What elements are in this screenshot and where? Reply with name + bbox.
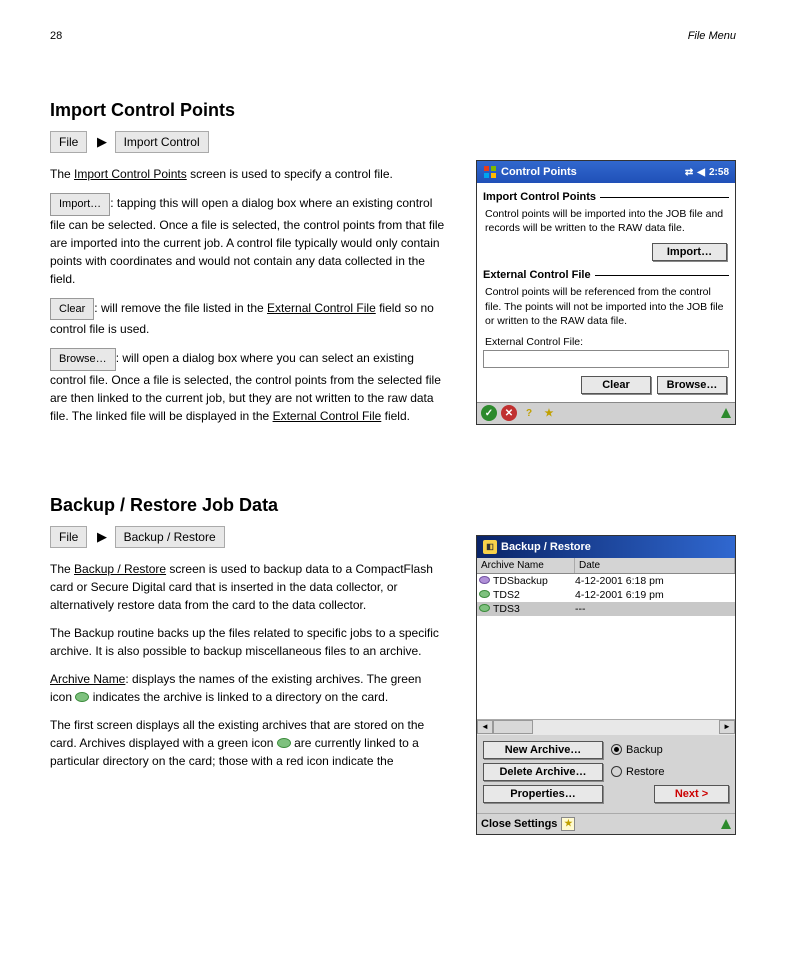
table-row[interactable]: TDS3--- [477, 602, 735, 616]
row-name: TDS2 [491, 589, 575, 601]
browse-button-ref: Browse… [50, 348, 116, 371]
para-intro: The Import Control Points screen is used… [50, 165, 446, 183]
connectivity-icon: ⇄ [685, 167, 693, 178]
disk-icon [477, 603, 491, 615]
row-name: TDSbackup [491, 575, 575, 587]
triangle-icon-2[interactable] [721, 819, 731, 829]
green-disk-icon-2 [277, 738, 291, 748]
table-row[interactable]: TDSbackup4-12-2001 6:18 pm [477, 574, 735, 588]
menu-path: File ▶ Import Control [50, 131, 446, 153]
import-button[interactable]: Import… [652, 243, 727, 261]
para-browse: Browse…: will open a dialog box where yo… [50, 348, 446, 425]
para-backup-4: The first screen displays all the existi… [50, 716, 446, 770]
list-header: Archive Name Date [477, 558, 735, 574]
row-date: 4-12-2001 6:19 pm [575, 589, 735, 601]
properties-button[interactable]: Properties… [483, 785, 603, 803]
import-control-points-section: Import Control Points File ▶ Import Cont… [50, 100, 446, 425]
scroll-thumb[interactable] [493, 720, 533, 734]
help-icon[interactable]: ? [521, 405, 537, 421]
menu-arrow: ▶ [97, 134, 107, 150]
menu-file: File [50, 131, 87, 153]
section-heading: Import Control Points [50, 100, 446, 121]
para-backup-intro: The Backup / Restore screen is used to b… [50, 560, 446, 614]
green-disk-icon [75, 692, 89, 702]
speaker-icon: ◀ [697, 167, 705, 178]
import-section-title: Import Control Points [483, 191, 729, 203]
para-import: Import…: tapping this will open a dialog… [50, 193, 446, 288]
external-control-file-label: External Control File: [485, 336, 727, 348]
row-date: 4-12-2001 6:18 pm [575, 575, 735, 587]
page-number: 28 [50, 30, 62, 42]
delete-archive-button[interactable]: Delete Archive… [483, 763, 603, 781]
titlebar-backup: ◧ Backup / Restore [477, 536, 735, 558]
triangle-icon[interactable] [721, 408, 731, 418]
next-button[interactable]: Next > [654, 785, 729, 803]
radio-icon-unchecked [611, 766, 622, 777]
external-section-title: External Control File [483, 269, 729, 281]
backup-restore-section: Backup / Restore Job Data File ▶ Backup … [50, 495, 446, 770]
app-icon: ◧ [483, 540, 497, 554]
cancel-icon[interactable]: ✕ [501, 405, 517, 421]
scroll-left-button[interactable]: ◄ [477, 720, 493, 734]
disk-icon [477, 589, 491, 601]
import-button-ref: Import… [50, 193, 110, 216]
star-icon-small[interactable]: ★ [561, 817, 575, 831]
section-heading-backup: Backup / Restore Job Data [50, 495, 446, 516]
tray-icons: ⇄ ◀ 2:58 [685, 167, 729, 178]
col-date[interactable]: Date [575, 558, 735, 573]
import-description: Control points will be imported into the… [485, 207, 727, 235]
radio-icon-checked [611, 744, 622, 755]
scroll-right-button[interactable]: ► [719, 720, 735, 734]
titlebar: Control Points ⇄ ◀ 2:58 [477, 161, 735, 183]
clock: 2:58 [709, 167, 729, 178]
window-title-backup: Backup / Restore [501, 541, 729, 553]
menu-file-2: File [50, 526, 87, 548]
horizontal-scrollbar[interactable]: ◄ ► [477, 719, 735, 735]
window-title: Control Points [501, 166, 685, 178]
para-clear: Clear: will remove the file listed in th… [50, 298, 446, 339]
clear-button[interactable]: Clear [581, 376, 651, 394]
table-row[interactable]: TDS24-12-2001 6:19 pm [477, 588, 735, 602]
col-archive-name[interactable]: Archive Name [477, 558, 575, 573]
archive-list[interactable]: TDSbackup4-12-2001 6:18 pmTDS24-12-2001 … [477, 574, 735, 719]
clear-button-ref: Clear [50, 298, 94, 321]
backup-restore-window: ◧ Backup / Restore Archive Name Date TDS… [476, 535, 736, 835]
external-control-file-link-2: External Control File [273, 409, 382, 423]
close-settings-bar[interactable]: Close Settings ★ [477, 813, 735, 834]
restore-radio[interactable]: Restore [611, 766, 665, 778]
device-footer: ✓ ✕ ? ★ [477, 402, 735, 424]
backup-radio[interactable]: Backup [611, 744, 663, 756]
row-date: --- [575, 603, 735, 615]
control-points-window: Control Points ⇄ ◀ 2:58 Import Control P… [476, 160, 736, 425]
external-control-file-link: External Control File [267, 301, 376, 315]
menu-path-backup: File ▶ Backup / Restore [50, 526, 446, 548]
para-backup-3: Archive Name: displays the names of the … [50, 670, 446, 706]
row-name: TDS3 [491, 603, 575, 615]
external-description: Control points will be referenced from t… [485, 285, 727, 328]
para-backup-2: The Backup routine backs up the files re… [50, 624, 446, 660]
import-control-points-link: Import Control Points [74, 167, 187, 181]
ok-icon[interactable]: ✓ [481, 405, 497, 421]
star-icon[interactable]: ★ [541, 405, 557, 421]
windows-logo-icon [483, 165, 497, 179]
browse-button[interactable]: Browse… [657, 376, 727, 394]
archive-name-link: Archive Name [50, 672, 125, 686]
disk-icon [477, 575, 491, 587]
menu-arrow-2: ▶ [97, 529, 107, 545]
external-control-file-input[interactable] [483, 350, 729, 368]
backup-restore-link: Backup / Restore [74, 562, 166, 576]
menu-backup-restore: Backup / Restore [115, 526, 225, 548]
new-archive-button[interactable]: New Archive… [483, 741, 603, 759]
chapter-ref: File Menu [688, 30, 736, 42]
menu-import-control: Import Control [115, 131, 209, 153]
